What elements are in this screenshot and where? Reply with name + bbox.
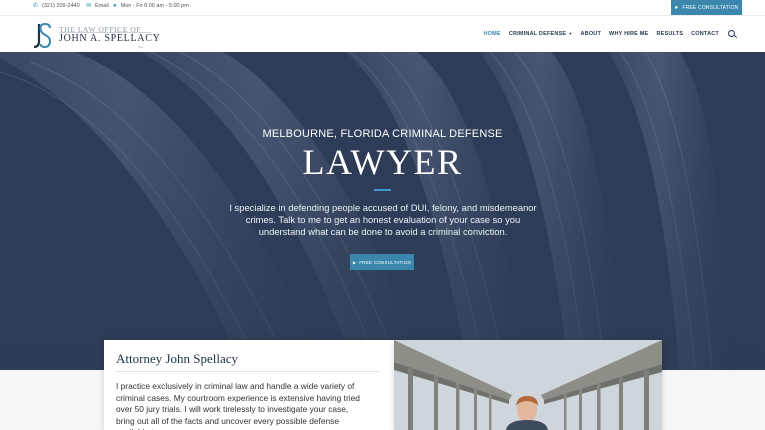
nav-results[interactable]: RESULTS — [656, 31, 683, 37]
clock-icon: ● — [113, 3, 117, 9]
nav-why-hire-me[interactable]: WHY HIRE ME — [609, 31, 648, 37]
hero-subtitle: MELBOURNE, FLORIDA CRIMINAL DEFENSE — [262, 128, 503, 140]
top-consultation-label: FREE CONSULTATION — [682, 4, 739, 11]
hero-consultation-button[interactable]: ▶ FREE CONSULTATION — [350, 254, 414, 270]
nav-contact[interactable]: CONTACT — [691, 31, 719, 37]
attorney-photo — [394, 340, 662, 430]
email-link[interactable]: ✉ Email — [86, 3, 109, 9]
bio-text: I practice exclusively in criminal law a… — [116, 381, 360, 430]
email-icon: ✉ — [86, 3, 92, 9]
bio-title: Attorney John Spellacy — [116, 351, 239, 366]
top-bar: ✆ (321) 209-2440 ✉ Email ● Mon - Fri 8:0… — [0, 0, 765, 15]
hero-description: I specialize in defending people accused… — [229, 202, 537, 238]
phone-link[interactable]: ✆ (321) 209-2440 — [33, 3, 80, 9]
logo-line-2: JOHN A. SPELLACY — [59, 33, 161, 44]
primary-nav: HOME CRIMINAL DEFENSE ▼ ABOUT WHY HIRE ME… — [484, 30, 735, 37]
office-hours: ● Mon - Fri 8:00 am - 5:00 pm — [113, 3, 189, 9]
main-navbar: THE LAW OFFICE OF JOHN A. SPELLACY P.A. … — [0, 15, 765, 52]
nav-home[interactable]: HOME — [484, 31, 501, 37]
site-logo[interactable]: THE LAW OFFICE OF JOHN A. SPELLACY P.A. — [31, 22, 160, 50]
chevron-right-icon: ▶ — [352, 259, 357, 265]
caret-down-icon: ▼ — [568, 30, 573, 36]
hero-title: LAWYER — [302, 142, 463, 182]
nav-criminal-defense[interactable]: CRIMINAL DEFENSE ▼ — [509, 31, 573, 37]
phone-number[interactable]: (321) 209-2440 — [42, 3, 80, 9]
search-icon[interactable] — [728, 30, 735, 37]
office-hours-text: Mon - Fri 8:00 am - 5:00 pm — [120, 3, 189, 9]
logo-monogram-icon — [33, 22, 52, 49]
bio-divider — [116, 371, 379, 372]
hero-consultation-label: FREE CONSULTATION — [359, 259, 412, 265]
hero-divider — [374, 189, 391, 191]
attorney-photo-image — [394, 340, 662, 430]
email-label[interactable]: Email — [95, 3, 109, 9]
phone-icon: ✆ — [33, 3, 39, 9]
logo-suffix: P.A. — [138, 45, 144, 49]
nav-about[interactable]: ABOUT — [580, 31, 601, 37]
chat-icon: ● — [674, 4, 679, 11]
top-consultation-button[interactable]: ● FREE CONSULTATION — [671, 0, 742, 15]
nav-criminal-defense-label: CRIMINAL DEFENSE — [508, 30, 567, 37]
bio-card: Attorney John Spellacy I practice exclus… — [104, 340, 394, 430]
hero-section: MELBOURNE, FLORIDA CRIMINAL DEFENSE LAWY… — [0, 52, 765, 370]
